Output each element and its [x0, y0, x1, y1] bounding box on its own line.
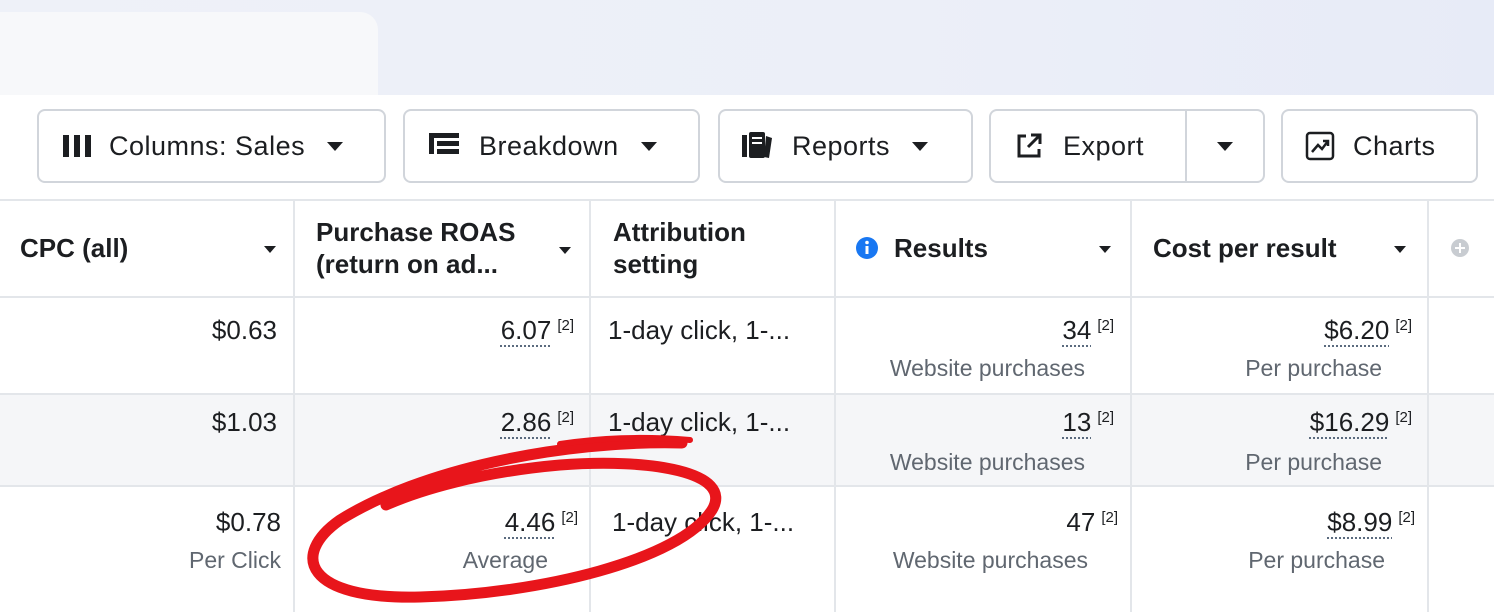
results-number: 34	[1062, 315, 1092, 345]
ads-table: CPC (all) Purchase ROAS (return on ad...…	[0, 199, 1494, 612]
header-label: CPC (all)	[20, 233, 129, 263]
header-label: Results	[894, 233, 988, 263]
cost-subtext: Per purchase	[1248, 547, 1385, 573]
cost-number: $8.99	[1327, 507, 1393, 537]
cost-value[interactable]: $16.29 [2]	[1310, 407, 1412, 438]
chevron-down-icon	[640, 141, 657, 151]
header-attribution[interactable]: Attribution setting	[613, 199, 833, 297]
breakdown-icon	[429, 133, 459, 159]
header-label: setting	[613, 249, 699, 279]
header-label: Cost per result	[1153, 233, 1337, 263]
export-button[interactable]: Export	[989, 109, 1265, 183]
results-value: 47 [2]	[1066, 507, 1118, 538]
roas-value[interactable]: 2.86 [2]	[501, 407, 574, 438]
header-purchase-roas[interactable]: Purchase ROAS (return on ad...	[316, 199, 588, 297]
roas-number: 2.86	[500, 407, 552, 437]
column-divider	[293, 199, 295, 612]
columns-label: Columns: Sales	[109, 130, 306, 161]
cost-subtext: Per purchase	[1245, 449, 1382, 475]
footnote-marker: [2]	[1398, 509, 1415, 526]
results-number: 47	[1066, 507, 1096, 537]
cpc-subtext: Per Click	[188, 547, 281, 573]
footnote-marker: [2]	[1395, 317, 1412, 334]
roas-value[interactable]: 6.07 [2]	[501, 315, 574, 346]
cpc-value: $0.78	[215, 507, 281, 537]
column-divider	[1130, 199, 1132, 612]
chevron-down-icon	[327, 141, 344, 151]
export-dropdown-button[interactable]	[1187, 111, 1263, 181]
columns-button[interactable]: Columns: Sales	[37, 109, 386, 183]
export-label: Export	[1063, 130, 1145, 161]
table-border	[0, 485, 1494, 487]
columns-icon	[63, 135, 95, 157]
reports-button[interactable]: Reports	[718, 109, 973, 183]
cost-number: $16.29	[1309, 407, 1390, 437]
info-icon[interactable]	[856, 237, 878, 259]
footnote-marker: [2]	[1097, 317, 1114, 334]
sort-caret-icon[interactable]	[1099, 246, 1111, 253]
sort-caret-icon[interactable]	[1394, 246, 1406, 253]
cost-subtext: Per purchase	[1245, 355, 1382, 381]
add-column-button[interactable]	[1450, 199, 1480, 297]
cpc-value: $1.03	[211, 407, 277, 437]
header-label: (return on ad...	[316, 249, 498, 279]
add-column-icon	[1450, 238, 1470, 258]
roas-number: 6.07	[500, 315, 552, 345]
table-border	[0, 393, 1494, 395]
footnote-marker: [2]	[1395, 409, 1412, 426]
reports-icon	[742, 132, 772, 160]
chevron-down-icon	[912, 141, 929, 151]
header-results[interactable]: Results	[856, 199, 1128, 297]
column-divider	[1427, 199, 1429, 612]
sort-caret-icon[interactable]	[559, 247, 571, 254]
column-divider	[589, 199, 591, 612]
header-label: Purchase ROAS	[316, 217, 516, 247]
header-label: Attribution	[613, 217, 746, 247]
attribution-value: 1-day click, 1-...	[612, 507, 795, 537]
header-cpc[interactable]: CPC (all)	[20, 199, 290, 297]
chevron-down-icon	[1217, 141, 1233, 151]
roas-number: 4.46	[504, 507, 556, 537]
footnote-marker: [2]	[557, 409, 574, 426]
roas-value[interactable]: 4.46 [2]	[505, 507, 578, 538]
footnote-marker: [2]	[1097, 409, 1114, 426]
toolbar: Columns: Sales Breakdown Reports Export …	[0, 95, 1494, 199]
sort-caret-icon[interactable]	[264, 246, 276, 253]
cpc-value: $0.63	[211, 315, 277, 345]
top-tab[interactable]	[0, 12, 378, 97]
breakdown-label: Breakdown	[479, 130, 619, 161]
cost-value[interactable]: $8.99 [2]	[1327, 507, 1415, 538]
charts-icon	[1305, 131, 1335, 161]
results-subtext: Website purchases	[889, 449, 1085, 475]
column-divider	[834, 199, 836, 612]
export-icon	[1015, 132, 1043, 160]
results-value[interactable]: 34 [2]	[1062, 315, 1114, 346]
results-subtext: Website purchases	[892, 547, 1088, 573]
attribution-value: 1-day click, 1-...	[608, 315, 791, 345]
results-subtext: Website purchases	[889, 355, 1085, 381]
cost-number: $6.20	[1324, 315, 1390, 345]
header-cost-per-result[interactable]: Cost per result	[1153, 199, 1425, 297]
charts-label: Charts	[1353, 130, 1436, 161]
footnote-marker: [2]	[1101, 509, 1118, 526]
charts-button[interactable]: Charts	[1281, 109, 1478, 183]
cost-value[interactable]: $6.20 [2]	[1324, 315, 1412, 346]
results-number: 13	[1062, 407, 1092, 437]
breakdown-button[interactable]: Breakdown	[403, 109, 700, 183]
attribution-value: 1-day click, 1-...	[608, 407, 791, 437]
footnote-marker: [2]	[557, 317, 574, 334]
roas-subtext: Average	[462, 547, 548, 573]
footnote-marker: [2]	[561, 509, 578, 526]
reports-label: Reports	[792, 130, 891, 161]
results-value[interactable]: 13 [2]	[1062, 407, 1114, 438]
